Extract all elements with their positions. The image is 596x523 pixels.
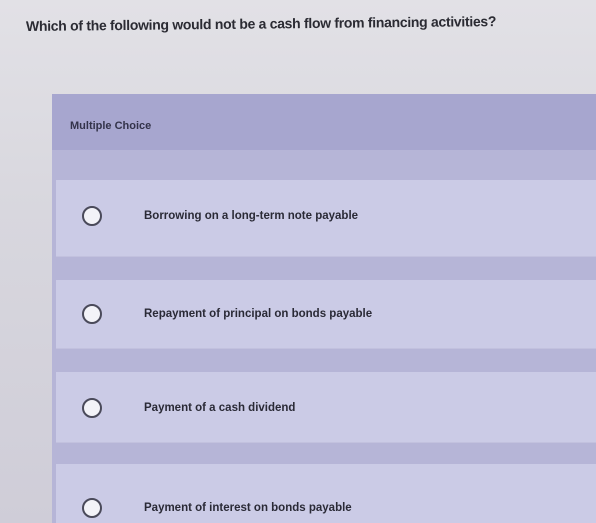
answer-option-label: Payment of interest on bonds payable: [144, 502, 352, 514]
answer-option-4[interactable]: Payment of interest on bonds payable: [56, 464, 596, 523]
radio-unselected-icon[interactable]: [82, 398, 102, 418]
radio-unselected-icon[interactable]: [82, 498, 102, 518]
radio-unselected-icon[interactable]: [82, 206, 102, 226]
question-type-label: Multiple Choice: [70, 120, 152, 132]
answer-option-label: Repayment of principal on bonds payable: [144, 308, 373, 320]
answer-option-3[interactable]: Payment of a cash dividend: [56, 372, 596, 443]
answer-option-label: Borrowing on a long-term note payable: [144, 210, 359, 222]
question-text: Which of the following would not be a ca…: [25, 13, 497, 34]
quiz-page: Which of the following would not be a ca…: [0, 0, 596, 523]
answer-option-1[interactable]: Borrowing on a long-term note payable: [56, 180, 596, 257]
answer-option-label: Payment of a cash dividend: [144, 402, 296, 414]
card-header: Multiple Choice: [52, 94, 596, 150]
multiple-choice-card: Multiple Choice Borrowing on a long-term…: [52, 94, 596, 523]
radio-unselected-icon[interactable]: [82, 304, 102, 324]
answer-option-2[interactable]: Repayment of principal on bonds payable: [56, 280, 596, 349]
